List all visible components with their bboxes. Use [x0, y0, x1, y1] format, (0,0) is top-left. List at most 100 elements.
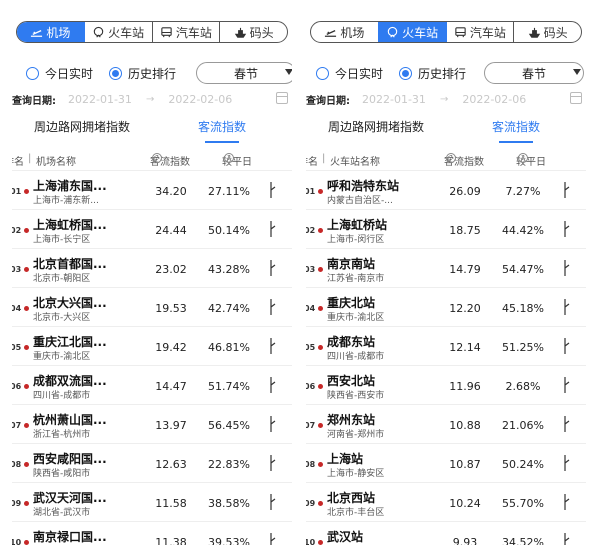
table-row[interactable]: 05 成都东站 四川省-成都市 12.14 51.25%	[306, 326, 586, 365]
date-label: 查询日期:	[12, 95, 56, 107]
date-end-input[interactable]: 2022-02-06	[462, 93, 526, 106]
station-name: 南京南站	[327, 257, 376, 271]
passenger-index: 10.88	[449, 419, 481, 432]
station-location: 上海市-闵行区	[327, 235, 385, 245]
trend-icon	[270, 260, 276, 276]
tab-passenger-flow[interactable]: 客流指数	[152, 113, 292, 143]
radio-circle	[399, 66, 413, 80]
help-icon[interactable]: ?	[224, 153, 234, 163]
compare-percent: 7.27%	[505, 185, 541, 198]
train-icon	[92, 26, 105, 39]
rank-dot	[24, 423, 29, 428]
help-icon[interactable]: ?	[518, 153, 528, 163]
bus-icon	[160, 26, 173, 39]
table-row[interactable]: 08 西安咸阳国... 陕西省-咸阳市 12.63 22.83%	[12, 443, 292, 482]
arrow-right-icon: →	[145, 93, 155, 105]
station-name: 上海虹桥站	[327, 218, 388, 232]
date-end-input[interactable]: 2022-02-06	[168, 93, 232, 106]
radio-realtime[interactable]: 今日实时	[26, 65, 93, 82]
trend-icon	[270, 377, 276, 393]
rank-dot	[24, 540, 29, 545]
table-row[interactable]: 02 上海虹桥国... 上海市-长宁区 24.44 50.14%	[12, 209, 292, 248]
rank-number: 04	[306, 304, 316, 313]
table-row[interactable]: 03 北京首都国... 北京市-朝阳区 23.02 43.28%	[12, 248, 292, 287]
mode-selector: 今日实时 历史排行 春节	[12, 62, 292, 84]
compare-percent: 51.74%	[208, 380, 250, 393]
tab-train[interactable]: 火车站	[83, 22, 152, 42]
station-name: 南京禄口国...	[33, 530, 107, 544]
compare-percent: 56.45%	[208, 419, 250, 432]
station-name: 成都双流国...	[33, 374, 107, 388]
table-row[interactable]: 06 西安北站 陕西省-西安市 11.96 2.68%	[306, 365, 586, 404]
station-location: 四川省-成都市	[33, 391, 91, 401]
tab-airport[interactable]: 机场	[17, 22, 84, 42]
radio-circle	[109, 66, 123, 80]
help-icon[interactable]: ?	[446, 153, 456, 163]
train-icon	[386, 26, 399, 39]
radio-history[interactable]: 历史排行	[109, 65, 176, 82]
station-location: 上海市-长宁区	[33, 235, 91, 245]
tab-congestion[interactable]: 周边路网拥堵指数	[12, 113, 152, 143]
help-icon[interactable]: ?	[152, 153, 162, 163]
table-row[interactable]: 02 上海虹桥站 上海市-闵行区 18.75 44.42%	[306, 209, 586, 248]
passenger-index: 34.20	[155, 185, 187, 198]
compare-percent: 55.70%	[502, 497, 544, 510]
tab-dock[interactable]: 码头	[513, 22, 581, 42]
rank-dot	[318, 462, 323, 467]
rank-dot	[24, 462, 29, 467]
station-name: 北京大兴国...	[33, 296, 107, 310]
airport-panel: 机场 火车站 汽车站 码头 今日实时 历史排行 春节 查询日期: 2022-01…	[12, 0, 292, 545]
tab-airport[interactable]: 机场	[311, 22, 378, 42]
tab-passenger-flow[interactable]: 客流指数	[446, 113, 586, 143]
table-row[interactable]: 04 北京大兴国... 北京市-大兴区 19.53 42.74%	[12, 287, 292, 326]
date-label: 查询日期:	[306, 95, 350, 107]
col-rank: 排名	[12, 157, 24, 168]
tab-train[interactable]: 火车站	[377, 22, 446, 42]
table-row[interactable]: 01 呼和浩特东站 内蒙古自治区-... 26.09 7.27%	[306, 170, 586, 209]
date-start-input[interactable]: 2022-01-31	[362, 93, 426, 106]
table-row[interactable]: 09 北京西站 北京市-丰台区 10.24 55.70%	[306, 482, 586, 521]
passenger-index: 12.20	[449, 302, 481, 315]
table-row[interactable]: 07 杭州萧山国... 浙江省-杭州市 13.97 56.45%	[12, 404, 292, 443]
plane-icon	[324, 26, 337, 39]
table-row[interactable]: 08 上海站 上海市-静安区 10.87 50.24%	[306, 443, 586, 482]
tab-bus[interactable]: 汽车站	[445, 22, 514, 42]
table-row[interactable]: 03 南京南站 江苏省-南京市 14.79 54.47%	[306, 248, 586, 287]
holiday-select[interactable]: 春节	[196, 62, 292, 84]
table-row[interactable]: 07 郑州东站 河南省-郑州市 10.88 21.06%	[306, 404, 586, 443]
rank-dot	[24, 306, 29, 311]
table-row[interactable]: 01 上海浦东国... 上海市-浦东新... 34.20 27.11%	[12, 170, 292, 209]
rank-dot	[318, 423, 323, 428]
rank-number: 04	[12, 304, 22, 313]
col-name: 机场名称	[36, 157, 76, 168]
radio-history[interactable]: 历史排行	[399, 65, 466, 82]
trend-icon	[564, 221, 570, 237]
table-row[interactable]: 09 武汉天河国... 湖北省-武汉市 11.58 38.58%	[12, 482, 292, 521]
calendar-icon[interactable]	[570, 92, 582, 104]
select-value: 春节	[521, 66, 546, 81]
trend-icon	[270, 494, 276, 510]
date-start-input[interactable]: 2022-01-31	[68, 93, 132, 106]
tab-congestion[interactable]: 周边路网拥堵指数	[306, 113, 446, 143]
radio-realtime[interactable]: 今日实时	[316, 65, 383, 82]
rank-number: 08	[306, 460, 316, 469]
holiday-select[interactable]: 春节	[484, 62, 584, 84]
date-range: 查询日期: 2022-01-31 → 2022-02-06	[12, 91, 292, 107]
table-row[interactable]: 04 重庆北站 重庆市-渝北区 12.20 45.18%	[306, 287, 586, 326]
ship-icon	[528, 26, 541, 39]
mode-selector: 今日实时 历史排行 春节	[306, 62, 586, 84]
table-row[interactable]: 10 武汉站 9.93 34.52%	[306, 521, 586, 545]
table-row[interactable]: 10 南京禄口国... 11.38 39.53%	[12, 521, 292, 545]
passenger-index: 23.02	[155, 263, 187, 276]
table-row[interactable]: 05 重庆江北国... 重庆市-渝北区 19.42 46.81%	[12, 326, 292, 365]
passenger-index: 12.63	[155, 458, 187, 471]
rank-dot	[24, 228, 29, 233]
tab-dock[interactable]: 码头	[219, 22, 287, 42]
station-name: 杭州萧山国...	[33, 413, 107, 427]
passenger-index: 19.53	[155, 302, 187, 315]
table-row[interactable]: 06 成都双流国... 四川省-成都市 14.47 51.74%	[12, 365, 292, 404]
station-name: 武汉天河国...	[33, 491, 107, 505]
tab-bus[interactable]: 汽车站	[151, 22, 220, 42]
calendar-icon[interactable]	[276, 92, 288, 104]
metric-tabs: 周边路网拥堵指数 客流指数	[306, 113, 586, 143]
